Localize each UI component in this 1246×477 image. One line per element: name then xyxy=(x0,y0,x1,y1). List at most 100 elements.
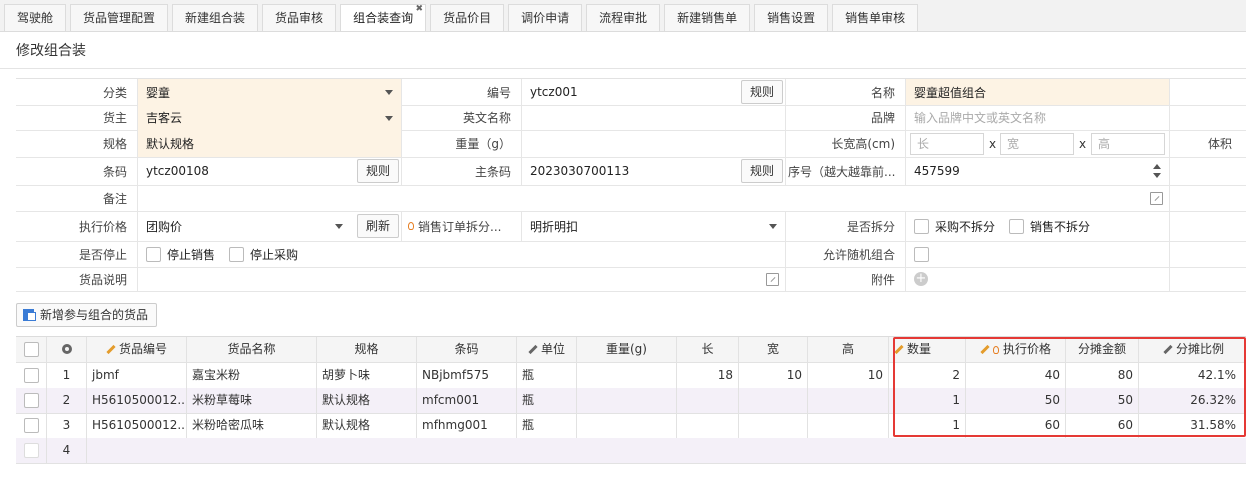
cell-spec: 胡萝卜味 xyxy=(317,363,417,388)
category-select[interactable]: 婴童 xyxy=(138,79,402,105)
cell-qty[interactable]: 1 xyxy=(889,413,966,438)
cell-alloc-ratio[interactable]: 31.58% xyxy=(1139,413,1246,438)
cell-exec-price[interactable]: 40 xyxy=(966,363,1066,388)
tab-cockpit[interactable]: 驾驶舱 xyxy=(4,4,67,31)
no-split-purchase-checkbox[interactable] xyxy=(914,218,929,234)
row-checkbox[interactable] xyxy=(23,418,39,433)
col-qty-label: 数量 xyxy=(907,342,932,356)
main-barcode-label: 主条码 xyxy=(402,157,522,185)
cell-goods-name: 米粉哈密瓜味 xyxy=(187,413,317,438)
edit-icon[interactable] xyxy=(766,273,779,286)
split-order-select[interactable]: 明折明扣 xyxy=(522,211,786,241)
col-length[interactable]: 长 xyxy=(677,337,739,362)
spinner-icon[interactable] xyxy=(1153,163,1161,179)
cell-unit[interactable]: 瓶 xyxy=(517,388,577,413)
row-checkbox[interactable] xyxy=(23,393,39,408)
spec-field[interactable]: 默认规格 xyxy=(138,130,402,157)
col-spec[interactable]: 规格 xyxy=(317,337,417,362)
col-goods-name[interactable]: 货品名称 xyxy=(187,337,317,362)
desc-field[interactable] xyxy=(138,267,786,291)
tab-sales-settings[interactable]: 销售设置 xyxy=(754,4,829,31)
cell-alloc-ratio[interactable]: 42.1% xyxy=(1139,363,1246,388)
barcode-value: ytcz00108 xyxy=(146,164,209,178)
cell-qty[interactable]: 1 xyxy=(889,388,966,413)
tab-goods-config[interactable]: 货品管理配置 xyxy=(70,4,169,31)
remark-field[interactable] xyxy=(138,185,1170,211)
owner-select[interactable]: 吉客云 xyxy=(138,105,402,130)
row-checkbox[interactable] xyxy=(23,443,39,458)
height-input[interactable]: 高 xyxy=(1091,132,1165,155)
exec-price-select[interactable]: 团购价 刷新 xyxy=(138,211,402,241)
col-width[interactable]: 宽 xyxy=(739,337,808,362)
add-combo-goods-button[interactable]: 新增参与组合的货品 xyxy=(16,303,158,327)
table-row[interactable]: 4 xyxy=(16,438,1246,464)
cell-exec-price[interactable]: 60 xyxy=(966,413,1066,438)
width-input[interactable]: 宽 xyxy=(1000,132,1074,155)
col-exec-price[interactable]: 执行价格 xyxy=(966,337,1066,362)
col-barcode[interactable]: 条码 xyxy=(417,337,517,362)
random-combo-checkbox[interactable] xyxy=(914,246,929,262)
name-field[interactable]: 婴童超值组合 xyxy=(906,79,1170,105)
lwh-label: 长宽高(cm) xyxy=(786,130,906,157)
main-barcode-rule-button[interactable]: 规则 xyxy=(740,159,783,183)
code-rule-button[interactable]: 规则 xyxy=(740,80,783,104)
tab-workflow[interactable]: 流程审批 xyxy=(586,4,661,31)
weight-field[interactable] xyxy=(522,130,786,157)
stop-purchase-label: 停止采购 xyxy=(250,247,299,262)
no-split-purchase-label: 采购不拆分 xyxy=(935,219,996,234)
x-separator: x xyxy=(1079,136,1087,151)
barcode-field[interactable]: ytcz00108 规则 xyxy=(138,157,402,185)
col-weight[interactable]: 重量(g) xyxy=(577,337,677,362)
tab-new-sales-order[interactable]: 新建销售单 xyxy=(664,4,751,31)
chevron-down-icon xyxy=(385,90,393,95)
brand-input[interactable]: 输入品牌中文或英文名称 xyxy=(906,105,1170,130)
cell-height xyxy=(808,413,889,438)
empty-cell xyxy=(1170,185,1246,211)
cell-exec-price[interactable]: 50 xyxy=(966,388,1066,413)
code-field[interactable]: ytcz001 规则 xyxy=(522,79,786,105)
col-qty[interactable]: 数量 xyxy=(889,337,966,362)
seq-stepper[interactable]: 457599 xyxy=(906,157,1170,185)
barcode-rule-button[interactable]: 规则 xyxy=(356,159,399,183)
stop-sales-checkbox[interactable] xyxy=(146,246,161,262)
cell-unit[interactable]: 瓶 xyxy=(517,363,577,388)
table-row[interactable]: 2 H5610500012... 米粉草莓味 默认规格 mfcm001 瓶 1 … xyxy=(16,388,1246,414)
cell-qty[interactable]: 2 xyxy=(889,363,966,388)
edit-icon[interactable] xyxy=(1150,192,1163,205)
tab-sales-audit[interactable]: 销售单审核 xyxy=(832,4,919,31)
col-alloc-ratio[interactable]: 分摊比例 xyxy=(1139,337,1246,362)
tab-new-combo[interactable]: 新建组合装 xyxy=(172,4,259,31)
table-row[interactable]: 1 jbmf 嘉宝米粉 胡萝卜味 NBjbmf575 瓶 18 10 10 2 … xyxy=(16,363,1246,389)
cell-alloc-ratio[interactable]: 26.32% xyxy=(1139,388,1246,413)
tab-goods-audit[interactable]: 货品审核 xyxy=(262,4,337,31)
cell-unit[interactable]: 瓶 xyxy=(517,413,577,438)
cell-goods-code[interactable]: H5610500012... xyxy=(87,388,187,413)
main-barcode-field[interactable]: 2023030700113 规则 xyxy=(522,157,786,185)
col-height[interactable]: 高 xyxy=(808,337,889,362)
col-unit[interactable]: 单位 xyxy=(517,337,577,362)
gear-icon[interactable] xyxy=(61,344,72,354)
col-alloc-amount[interactable]: 分摊金额 xyxy=(1066,337,1139,362)
col-goods-code[interactable]: 货品编号 xyxy=(87,337,187,362)
length-input[interactable]: 长 xyxy=(910,132,984,155)
tab-combo-query[interactable]: 组合装查询 ✖ xyxy=(340,4,427,31)
combo-goods-grid: 货品编号 货品名称 规格 条码 单位 重量(g) 长 宽 高 数量 执行价格 分… xyxy=(16,336,1246,477)
add-combo-goods-label: 新增参与组合的货品 xyxy=(40,308,149,322)
split-options: 采购不拆分 销售不拆分 xyxy=(906,211,1170,241)
en-name-field[interactable] xyxy=(522,105,786,130)
row-checkbox[interactable] xyxy=(23,368,39,383)
cell-goods-code[interactable]: H5610500012... xyxy=(87,413,187,438)
stop-purchase-checkbox[interactable] xyxy=(229,246,245,262)
no-split-sales-checkbox[interactable] xyxy=(1009,218,1025,234)
table-row[interactable]: 3 H5610500012... 米粉哈密瓜味 默认规格 mfhmg001 瓶 … xyxy=(16,413,1246,439)
tab-price-adjust[interactable]: 调价申请 xyxy=(508,4,583,31)
close-icon[interactable]: ✖ xyxy=(416,4,424,14)
tab-goods-price[interactable]: 货品价目 xyxy=(430,4,505,31)
new-row-area[interactable] xyxy=(87,438,1246,463)
plus-icon[interactable]: + xyxy=(914,272,928,286)
refresh-button[interactable]: 刷新 xyxy=(356,214,399,238)
empty-cell xyxy=(1170,241,1246,267)
cell-goods-code[interactable]: jbmf xyxy=(87,363,187,388)
bulb-icon xyxy=(992,346,999,354)
select-all-checkbox[interactable] xyxy=(23,342,39,357)
